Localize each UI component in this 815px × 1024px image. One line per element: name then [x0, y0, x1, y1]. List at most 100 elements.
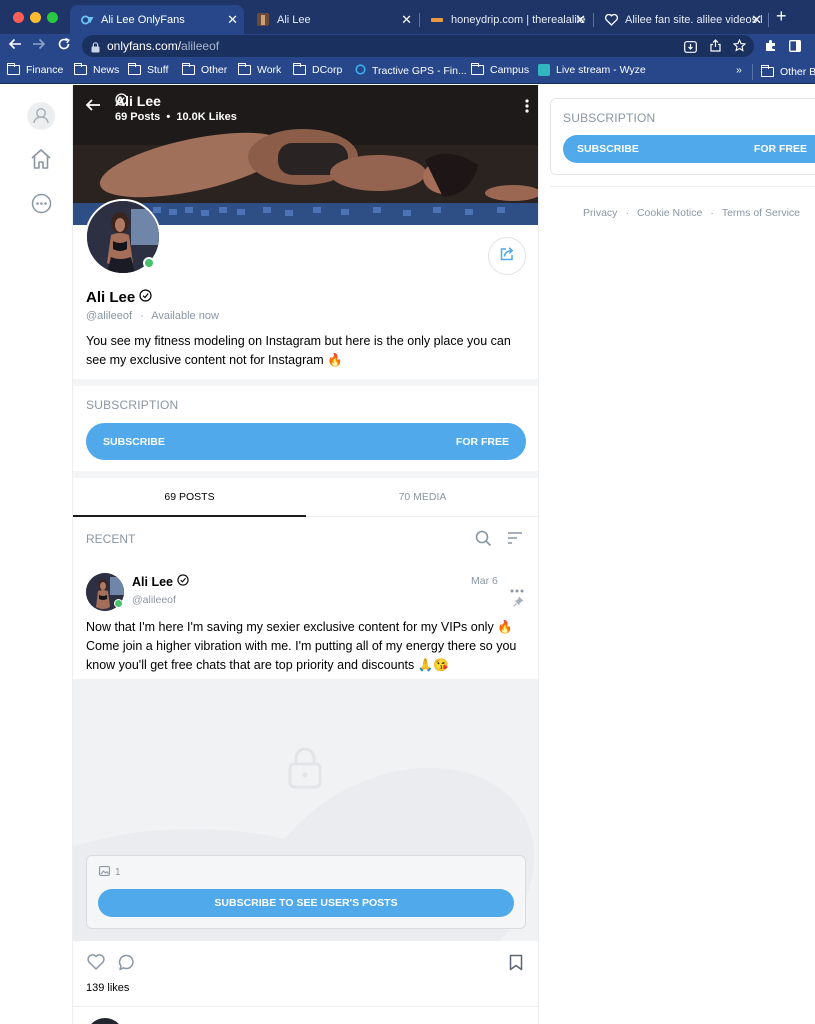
privacy-link[interactable]: Privacy [583, 207, 617, 219]
extensions-icon[interactable] [764, 39, 777, 57]
tab-posts[interactable]: 69 POSTS [73, 480, 306, 517]
image-icon [99, 866, 110, 879]
bookmark-folder-campus[interactable]: Campus [471, 63, 529, 76]
bookmark-tractive-gps[interactable]: Tractive GPS - Fin... [355, 64, 467, 78]
tab-media[interactable]: 70 MEDIA [306, 480, 538, 517]
cover-title: Ali Lee [115, 93, 165, 109]
media-count: 1 [99, 866, 121, 879]
cookie-notice-link[interactable]: Cookie Notice [637, 207, 702, 219]
bookmark-folder-other[interactable]: Other [182, 63, 228, 76]
bookmark-icon[interactable] [509, 954, 523, 976]
share-profile-button[interactable] [488, 237, 526, 275]
sort-icon[interactable] [507, 531, 523, 550]
reload-icon[interactable] [57, 37, 71, 57]
locked-post-panel: 1 SUBSCRIBE TO SEE USER'S POSTS [86, 855, 526, 929]
home-icon[interactable] [30, 148, 52, 175]
bookmark-label: Live stream - Wyze [556, 64, 646, 76]
subscribe-to-see-posts-button[interactable]: SUBSCRIBE TO SEE USER'S POSTS [98, 889, 514, 917]
bookmark-live-stream-wyze[interactable]: Live stream - Wyze [538, 64, 646, 76]
more-bookmarks-button[interactable]: » [736, 64, 742, 76]
locked-media-preview: 1 SUBSCRIBE TO SEE USER'S POSTS [73, 679, 538, 941]
bookmark-label: » [736, 64, 742, 76]
user-avatar-icon[interactable] [27, 102, 55, 135]
profile-name: Ali Lee [86, 289, 136, 306]
close-tab-icon[interactable]: ✕ [401, 12, 412, 28]
right-subscription-title: SUBSCRIPTION [563, 111, 656, 125]
folder-icon [128, 63, 141, 75]
post-author-handle[interactable]: @alileeof [132, 594, 176, 606]
bookmark-folder-stuff[interactable]: Stuff [128, 63, 169, 76]
post-author-name[interactable]: Ali Lee [132, 575, 173, 589]
terms-of-service-link[interactable]: Terms of Service [722, 207, 800, 219]
footer-links: Privacy · Cookie Notice · Terms of Servi… [583, 207, 800, 219]
recent-label: RECENT [86, 532, 136, 546]
post-date[interactable]: Mar 6 [471, 575, 498, 587]
bookmark-folder-news[interactable]: News [74, 63, 120, 76]
tab-title: Ali Lee [277, 13, 311, 26]
wyze-favicon-icon [538, 64, 550, 76]
subscribe-label: SUBSCRIBE [577, 143, 639, 155]
availability-status: Available now [151, 310, 219, 322]
online-status-dot [114, 599, 123, 608]
bookmark-label: Stuff [147, 64, 169, 76]
pin-icon [513, 594, 524, 612]
right-divider [550, 186, 815, 187]
subscribe-price: FOR FREE [753, 143, 807, 155]
folder-icon [74, 63, 87, 75]
minimize-window-button[interactable] [30, 12, 41, 23]
share-page-icon[interactable] [710, 39, 721, 57]
tab-title: Alilee fan site. alilee videos l [625, 13, 763, 26]
address-bar[interactable]: onlyfans.com/alileeof [82, 35, 754, 57]
browser-tab-fan-site[interactable]: Alilee fan site. alilee videos l ✕ [594, 5, 768, 34]
heart-icon[interactable] [87, 954, 105, 975]
bookmark-star-icon[interactable] [732, 38, 747, 57]
photo-favicon-icon [256, 13, 270, 27]
bookmark-label: Other Bo [780, 66, 815, 78]
separator-dot: · [710, 207, 714, 219]
comment-icon[interactable] [118, 954, 135, 976]
side-panel-icon[interactable] [788, 39, 802, 57]
new-tab-button[interactable]: + [776, 6, 787, 27]
close-tab-icon[interactable]: ✕ [751, 12, 762, 28]
close-window-button[interactable] [13, 12, 24, 23]
online-status-dot [143, 257, 155, 269]
browser-tab-onlyfans[interactable]: Ali Lee OnlyFans ✕ [70, 5, 244, 34]
lock-icon [287, 747, 323, 794]
browser-tab-honeydrip[interactable]: honeydrip.com | therealalilee ✕ [420, 5, 592, 34]
bookmark-folder-work[interactable]: Work [238, 63, 281, 76]
chrome-menu-icon[interactable]: ⋮ [810, 37, 815, 51]
back-arrow-icon[interactable] [8, 37, 22, 57]
post-author-row: Ali Lee [132, 574, 189, 589]
bookmark-folder-finance[interactable]: Finance [7, 63, 64, 76]
forward-arrow-icon[interactable] [32, 37, 46, 57]
install-app-icon[interactable] [684, 40, 697, 58]
folder-icon [761, 65, 774, 77]
bookmark-folder-other-bookmarks[interactable]: Other Bo [752, 64, 815, 80]
more-options-icon[interactable] [31, 193, 52, 219]
bookmark-label: Other [201, 64, 228, 76]
onlyfans-favicon-icon [80, 13, 94, 27]
browser-tab-ali-lee[interactable]: Ali Lee ✕ [246, 5, 418, 34]
right-subscribe-button[interactable]: SUBSCRIBE FOR FREE [563, 135, 815, 163]
section-divider [73, 471, 538, 478]
next-post-avatar[interactable] [86, 1018, 124, 1024]
close-tab-icon[interactable]: ✕ [227, 12, 238, 28]
bookmark-label: Finance [26, 64, 64, 76]
profile-handle: @alileeof [86, 310, 133, 322]
folder-icon [471, 63, 484, 75]
subscribe-label: SUBSCRIBE [103, 435, 165, 448]
subscribe-button[interactable]: SUBSCRIBE FOR FREE [86, 423, 526, 460]
bookmark-label: News [93, 64, 120, 76]
bookmark-folder-dcorp[interactable]: DCorp [293, 63, 342, 76]
tab-title: Ali Lee OnlyFans [101, 13, 185, 26]
url-path: alileeof [181, 39, 220, 53]
lock-icon [91, 40, 100, 58]
search-icon[interactable] [475, 530, 492, 552]
zoom-window-button[interactable] [47, 12, 58, 23]
media-count-value: 1 [115, 867, 121, 878]
url-host: onlyfans.com/ [107, 39, 182, 53]
honeydrip-favicon-icon [430, 13, 444, 27]
close-tab-icon[interactable]: ✕ [575, 12, 586, 28]
profile-bio: You see my fitness modeling on Instagram… [86, 334, 511, 367]
verified-badge-icon [139, 289, 152, 306]
